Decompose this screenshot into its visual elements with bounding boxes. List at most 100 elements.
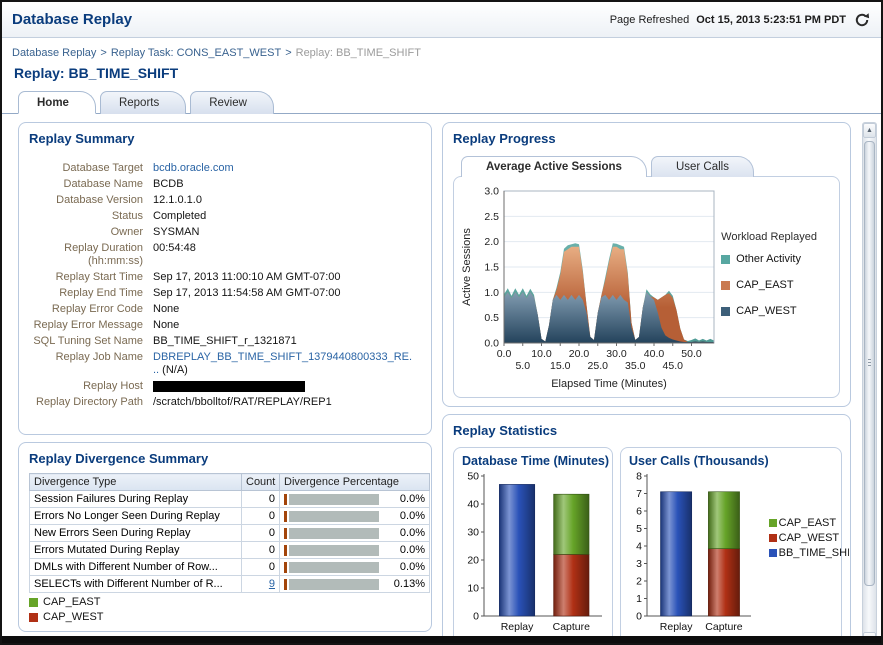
divergence-percentage-cell: 0.0% <box>279 490 430 508</box>
main-tab-bar: Home Reports Review <box>2 90 881 114</box>
summary-field-row: Database Version 12.1.0.1.0 <box>29 194 421 207</box>
divergence-count-cell: 0 <box>241 524 280 542</box>
svg-text:50: 50 <box>467 471 479 483</box>
field-value: BB_TIME_SHIFT_r_1321871 <box>153 335 297 347</box>
refresh-button[interactable] <box>853 11 871 29</box>
field-label: Owner <box>110 226 143 238</box>
divergence-count-link[interactable]: 9 <box>269 578 275 590</box>
legend-item: CAP_WEST <box>768 532 849 544</box>
field-value: DBREPLAY_BB_TIME_SHIFT_1379440800333_RE.… <box>153 351 413 377</box>
breadcrumb-current: Replay: BB_TIME_SHIFT <box>295 47 421 59</box>
svg-text:2.5: 2.5 <box>484 211 499 223</box>
percentage-bar: 0.0% <box>284 510 425 522</box>
database-time-chart-title: Database Time (Minutes) <box>462 454 610 468</box>
legend-label: BB_TIME_SHI... <box>778 547 849 559</box>
breadcrumb-separator: > <box>100 47 107 59</box>
tab-reports[interactable]: Reports <box>99 91 187 114</box>
field-label: Status <box>111 210 143 222</box>
summary-field-row: Replay Error Message None <box>29 319 421 332</box>
legend-swatch-icon <box>768 549 777 557</box>
svg-text:50.0: 50.0 <box>681 348 702 360</box>
user-calls-chart-inner: User Calls (Thousands) 0 1 2 3 4 5 6 7 8 Replay Ca… <box>627 454 769 643</box>
field-value-suffix: (N/A) <box>159 364 188 376</box>
svg-text:1: 1 <box>636 593 642 605</box>
svg-text:15.0: 15.0 <box>550 360 571 372</box>
tab-home[interactable]: Home <box>18 91 96 114</box>
field-value-link[interactable]: DBREPLAY_BB_TIME_SHIFT_1379440800333_RE.… <box>153 351 412 376</box>
replay-divergence-title: Replay Divergence Summary <box>29 451 209 466</box>
legend-item: CAP_EAST <box>768 517 849 529</box>
percentage-bar: 0.0% <box>284 493 425 505</box>
svg-text:0.0: 0.0 <box>497 348 512 360</box>
user-calls-chart-title: User Calls (Thousands) <box>629 454 769 468</box>
percentage-value: 0.0% <box>399 510 425 522</box>
breadcrumb-link-database-replay[interactable]: Database Replay <box>12 47 96 59</box>
breadcrumb-link-replay-task[interactable]: Replay Task: CONS_EAST_WEST <box>111 47 281 59</box>
summary-field-row: Replay Host <box>29 380 421 393</box>
field-value: 00:54:48 <box>153 242 196 254</box>
page-refreshed-timestamp: Oct 15, 2013 5:23:51 PM PDT <box>696 13 846 26</box>
redacted-value <box>153 380 305 392</box>
vertical-scrollbar[interactable]: ▲ ▼ <box>862 122 877 643</box>
percentage-bar-track <box>289 510 379 522</box>
page-title: Replay: BB_TIME_SHIFT <box>14 65 179 81</box>
scrollbar-up-button[interactable]: ▲ <box>863 123 876 138</box>
scrollbar-track[interactable] <box>863 138 876 632</box>
svg-text:1.0: 1.0 <box>484 287 499 299</box>
divergence-count-cell: 0 <box>241 558 280 576</box>
x-axis-ticks: 0.0 10.0 20.0 30.0 40.0 50.0 5.0 15.0 25.0 35.0 45… <box>497 343 702 372</box>
refresh-icon <box>855 12 870 26</box>
page-refreshed-label: Page Refreshed <box>609 13 690 26</box>
percentage-bar-tick <box>284 578 287 590</box>
svg-text:40.0: 40.0 <box>644 348 665 360</box>
legend-item: CAP_EAST <box>721 279 837 291</box>
divergence-percentage-cell: 0.13% <box>279 575 430 593</box>
summary-field-row: Replay Error Code None <box>29 303 421 316</box>
window-bottom-border <box>2 636 881 643</box>
replay-summary-fields: Database Target bcdb.oracle.com Database N… <box>29 162 421 409</box>
divergence-count-cell: 0 <box>241 541 280 559</box>
field-value: None <box>153 319 180 331</box>
scrollbar-thumb[interactable] <box>864 141 875 586</box>
percentage-value: 0.0% <box>399 493 425 505</box>
field-value: SYSMAN <box>153 226 200 238</box>
percentage-bar-tick <box>284 544 287 556</box>
field-value: Sep 17, 2013 11:54:58 AM GMT-07:00 <box>153 287 341 299</box>
replay-statistics-title: Replay Statistics <box>453 423 558 438</box>
percentage-bar-tick <box>284 493 287 505</box>
svg-text:10: 10 <box>467 583 479 595</box>
y-axis-ticks: 0 10 20 30 40 50 <box>467 471 484 623</box>
subtab-average-active-sessions[interactable]: Average Active Sessions <box>461 156 647 177</box>
field-value: Completed <box>153 210 207 222</box>
app-title: Database Replay <box>12 11 133 28</box>
legend-swatch-icon <box>768 534 777 542</box>
divergence-table-row: DMLs with Different Number of Row... 0 0.0… <box>29 558 430 576</box>
summary-field-row: SQL Tuning Set Name BB_TIME_SHIFT_r_13218… <box>29 335 421 348</box>
legend-label: CAP_WEST <box>736 305 797 317</box>
field-label: Database Target <box>62 162 143 174</box>
summary-field-row: Database Target bcdb.oracle.com <box>29 162 421 175</box>
bar-category-label: Capture <box>705 621 743 633</box>
legend-label: CAP_EAST <box>43 596 101 608</box>
divergence-type-cell: Errors Mutated During Replay <box>29 541 242 559</box>
percentage-bar-tick <box>284 561 287 573</box>
legend-label: CAP_WEST <box>778 532 840 544</box>
field-value: bcdb.oracle.com <box>153 162 234 175</box>
svg-text:30: 30 <box>467 527 479 539</box>
legend-item: CAP_EAST <box>29 596 421 608</box>
subtab-user-calls[interactable]: User Calls <box>650 156 754 177</box>
legend-label: CAP_EAST <box>736 279 794 291</box>
svg-text:10.0: 10.0 <box>531 348 552 360</box>
percentage-bar-tick <box>284 527 287 539</box>
field-value: BCDB <box>153 178 184 190</box>
field-value-link[interactable]: bcdb.oracle.com <box>153 162 234 174</box>
divergence-percentage-cell: 0.0% <box>279 541 430 559</box>
tab-review[interactable]: Review <box>190 91 274 114</box>
replay-summary-title: Replay Summary <box>29 131 135 146</box>
percentage-bar-track <box>289 493 379 505</box>
svg-text:30.0: 30.0 <box>606 348 627 360</box>
divergence-type-cell: New Errors Seen During Replay <box>29 524 242 542</box>
legend-swatch-icon <box>721 306 731 316</box>
progress-sub-tabs: Average Active Sessions User Calls <box>461 155 840 177</box>
percentage-bar-track <box>289 561 379 573</box>
